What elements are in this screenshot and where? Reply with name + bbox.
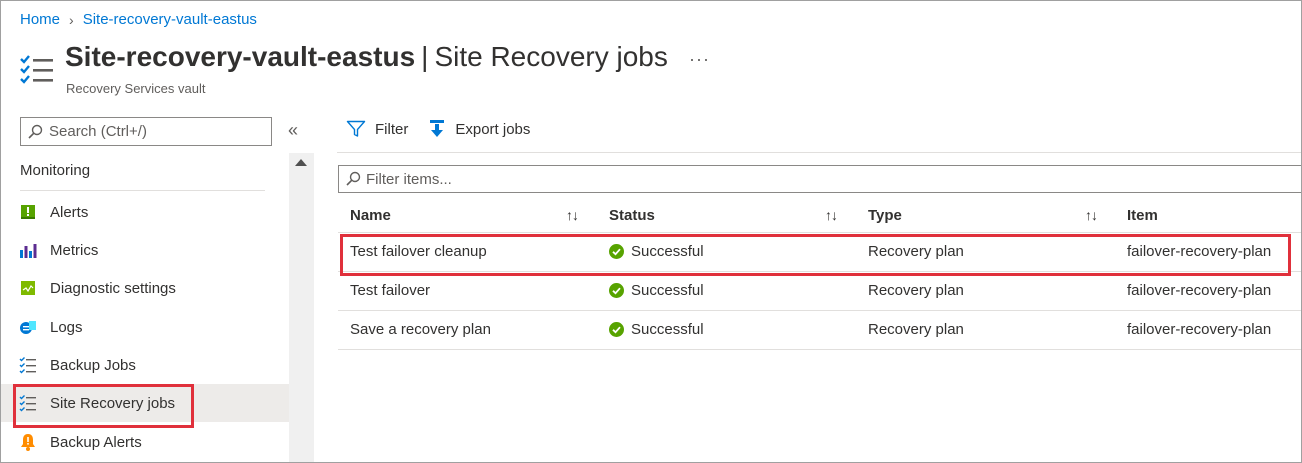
column-header-item[interactable]: Item xyxy=(1127,207,1158,224)
job-type: Recovery plan xyxy=(868,321,964,338)
command-bar: Filter Export jobs xyxy=(346,119,530,139)
sidebar-item-backup-jobs[interactable]: Backup Jobs xyxy=(1,346,289,384)
table-row[interactable]: Test failover Successful Recovery plan f… xyxy=(338,272,1301,311)
chevron-right-icon: › xyxy=(69,11,74,28)
metrics-icon xyxy=(20,244,37,258)
grid-header: Name ↑↓ Status ↑↓ Type ↑↓ Item xyxy=(338,199,1301,233)
job-name: Test failover xyxy=(350,282,431,299)
sidebar-item-label: Diagnostic settings xyxy=(50,279,176,297)
breadcrumb: Home › Site-recovery-vault-eastus xyxy=(20,11,257,28)
jobs-list-icon xyxy=(20,55,53,84)
filter-button-label: Filter xyxy=(375,120,409,138)
diagnostic-settings-icon xyxy=(21,281,35,295)
alerts-icon xyxy=(21,205,35,219)
more-options-button[interactable]: ··· xyxy=(689,49,710,70)
menu-scrollbar[interactable] xyxy=(289,153,314,462)
export-jobs-label: Export jobs xyxy=(455,120,531,138)
filter-items-input[interactable]: Filter items... xyxy=(338,165,1301,193)
resource-type-label: Recovery Services vault xyxy=(66,81,206,96)
job-status-label: Successful xyxy=(631,282,704,299)
backup-jobs-icon xyxy=(19,357,36,374)
success-check-icon xyxy=(609,322,624,337)
sidebar-item-logs[interactable]: Logs xyxy=(1,308,289,346)
bell-icon xyxy=(21,434,35,451)
search-icon xyxy=(346,171,361,186)
filter-icon xyxy=(346,120,366,137)
job-item: failover-recovery-plan xyxy=(1127,282,1272,299)
collapse-menu-icon[interactable]: « xyxy=(288,120,298,141)
menu-search-input[interactable]: Search (Ctrl+/) xyxy=(20,117,272,146)
job-type: Recovery plan xyxy=(868,282,964,299)
job-item: failover-recovery-plan xyxy=(1127,321,1272,338)
table-row[interactable]: Save a recovery plan Successful Recovery… xyxy=(338,311,1301,350)
scroll-up-arrow-icon[interactable] xyxy=(295,159,307,166)
selection-highlight xyxy=(13,384,194,428)
job-status: Successful xyxy=(609,282,704,299)
sidebar-item-label: Backup Alerts xyxy=(50,433,142,451)
resource-menu: Search (Ctrl+/) « Monitoring Alerts Metr… xyxy=(1,107,314,462)
sidebar-item-label: Logs xyxy=(50,318,83,336)
title-divider: | xyxy=(421,41,429,72)
job-status-label: Successful xyxy=(631,321,704,338)
filter-button[interactable]: Filter xyxy=(346,119,408,139)
sort-status-icon[interactable]: ↑↓ xyxy=(825,207,838,223)
section-divider xyxy=(20,190,265,191)
sidebar-item-alerts[interactable]: Alerts xyxy=(1,193,289,231)
page-frame: Home › Site-recovery-vault-eastus Site-r… xyxy=(0,0,1302,463)
blade-title: Site Recovery jobs xyxy=(434,41,668,72)
row-highlight xyxy=(340,234,1291,276)
breadcrumb-home[interactable]: Home xyxy=(20,11,60,28)
job-name: Save a recovery plan xyxy=(350,321,491,338)
sidebar-item-diagnostic-settings[interactable]: Diagnostic settings xyxy=(1,269,289,307)
sidebar-item-backup-alerts[interactable]: Backup Alerts xyxy=(1,423,289,461)
section-monitoring: Monitoring xyxy=(20,162,91,179)
column-header-name[interactable]: Name xyxy=(350,207,391,224)
sidebar-item-label: Backup Jobs xyxy=(50,356,136,374)
search-icon xyxy=(28,124,43,139)
sort-name-icon[interactable]: ↑↓ xyxy=(566,207,579,223)
success-check-icon xyxy=(609,283,624,298)
sidebar-item-label: Metrics xyxy=(50,241,99,259)
sort-type-icon[interactable]: ↑↓ xyxy=(1085,207,1098,223)
filter-items-placeholder: Filter items... xyxy=(366,170,452,188)
resource-name: Site-recovery-vault-eastus xyxy=(65,41,416,72)
breadcrumb-vault[interactable]: Site-recovery-vault-eastus xyxy=(83,11,257,28)
menu-search-placeholder: Search (Ctrl+/) xyxy=(49,123,147,140)
command-bar-divider xyxy=(337,152,1301,153)
export-icon xyxy=(430,120,445,137)
sidebar-item-metrics[interactable]: Metrics xyxy=(1,231,289,269)
column-header-type[interactable]: Type xyxy=(868,207,902,224)
column-header-status[interactable]: Status xyxy=(609,207,655,224)
page-title: Site-recovery-vault-eastus | Site Recovery… xyxy=(65,41,668,73)
logs-icon xyxy=(20,321,36,334)
sidebar-item-label: Alerts xyxy=(50,203,89,221)
export-jobs-button[interactable]: Export jobs xyxy=(428,119,530,139)
job-status: Successful xyxy=(609,321,704,338)
